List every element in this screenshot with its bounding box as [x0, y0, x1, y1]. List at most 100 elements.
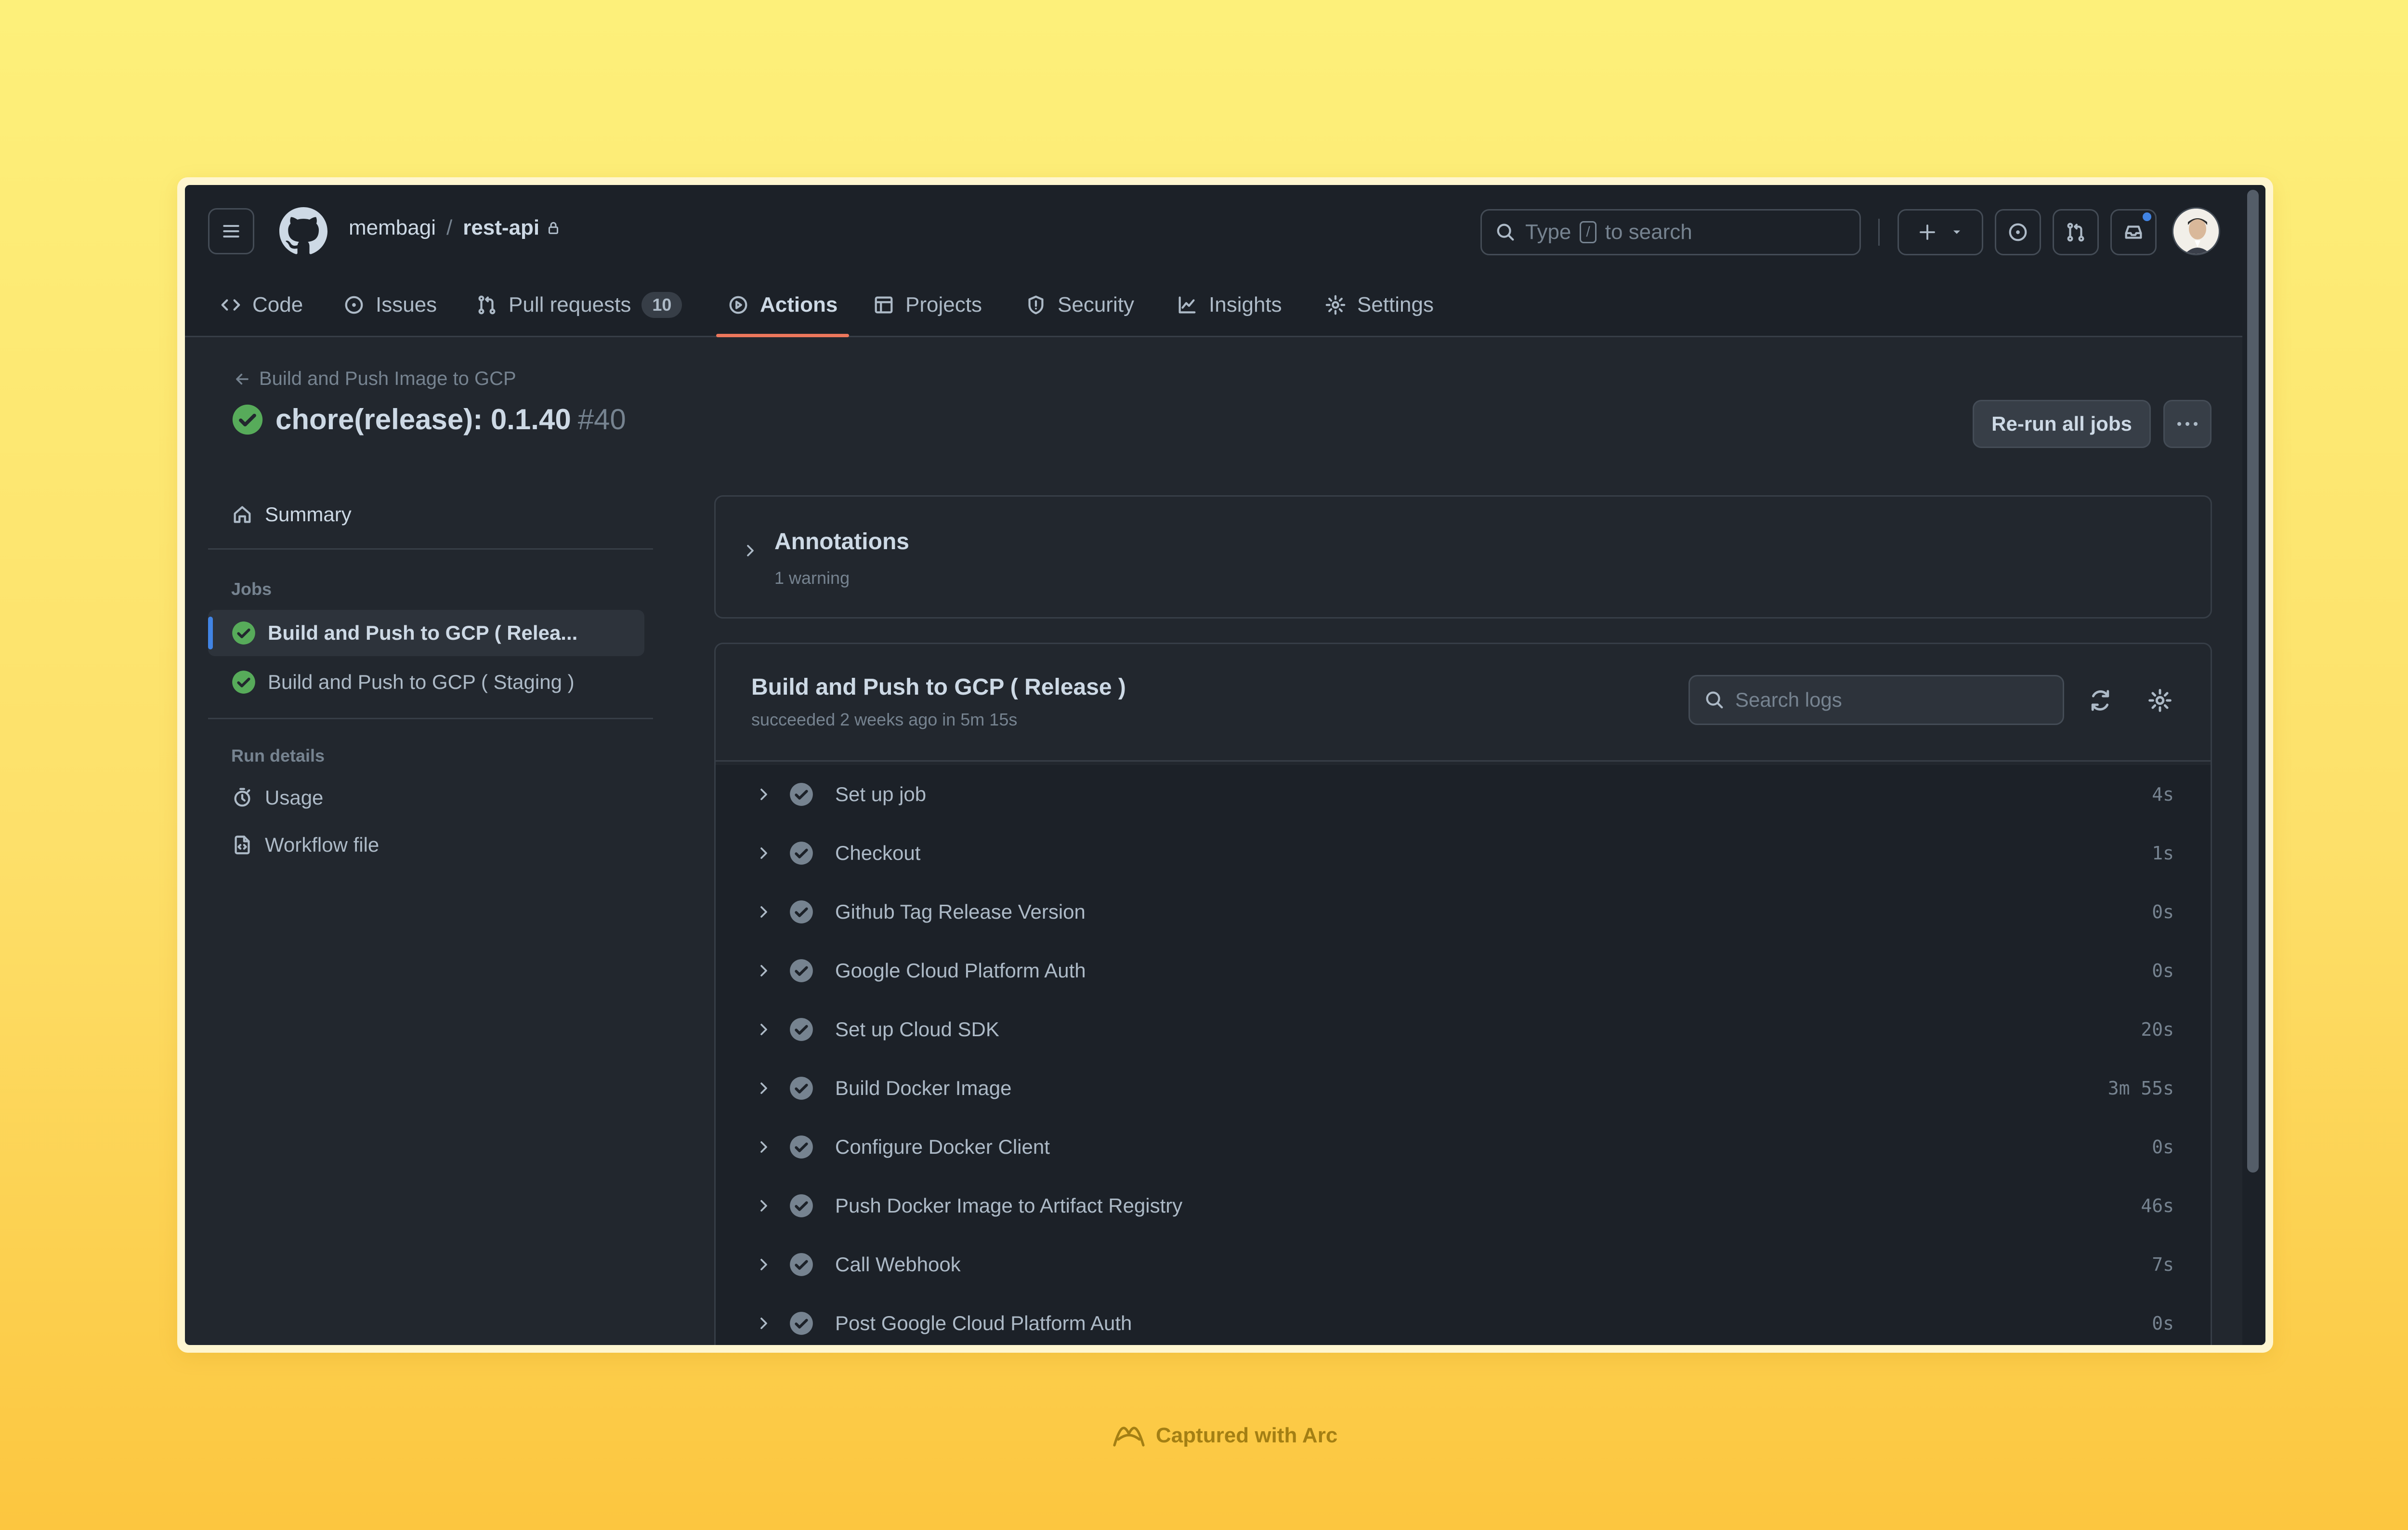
- table-icon: [875, 296, 893, 314]
- tab-actions[interactable]: Actions: [727, 288, 838, 322]
- step-duration: 46s: [2141, 1195, 2174, 1216]
- inbox-icon: [2125, 225, 2142, 239]
- pull-request-icon: [2067, 223, 2084, 242]
- step-duration: 0s: [2152, 960, 2174, 981]
- step-name: Call Webhook: [835, 1253, 961, 1276]
- step-duration: 0s: [2152, 1313, 2174, 1334]
- step-name: Post Google Cloud Platform Auth: [835, 1312, 1132, 1334]
- annotations-title: Annotations: [774, 529, 909, 554]
- selected-job-indicator: [208, 617, 213, 649]
- arc-capture-footer: Captured with Arc: [1111, 1420, 1337, 1451]
- search-logs-input[interactable]: Search logs: [1688, 675, 2064, 725]
- create-new-button[interactable]: [1898, 209, 1983, 255]
- github-logo[interactable]: [279, 207, 327, 255]
- tab-pull-requests[interactable]: Pull requests 10: [476, 288, 682, 322]
- step-row[interactable]: Set up job 4s: [716, 765, 2211, 824]
- step-duration: 0s: [2152, 1136, 2174, 1158]
- issues-shortcut-button[interactable]: [1995, 209, 2041, 255]
- tab-code[interactable]: Code: [220, 288, 303, 322]
- step-row[interactable]: Set up Cloud SDK 20s: [716, 1000, 2211, 1059]
- sidebar-job-selected[interactable]: Build and Push to GCP ( Relea...: [208, 610, 644, 656]
- more-options-button[interactable]: [2163, 400, 2212, 448]
- graph-icon: [1178, 296, 1196, 314]
- step-name: Set up job: [835, 783, 927, 805]
- tab-settings[interactable]: Settings: [1324, 288, 1434, 322]
- search-icon: [1706, 691, 1723, 709]
- job-subtitle: succeeded 2 weeks ago in 5m 15s: [751, 710, 1018, 729]
- rerun-label: Re-run all jobs: [1991, 412, 2132, 435]
- check-circle-fill-icon: [232, 671, 255, 694]
- lock-icon: [549, 222, 559, 234]
- tab-actions-label: Actions: [760, 293, 838, 317]
- step-row[interactable]: Call Webhook 7s: [716, 1235, 2211, 1294]
- search-icon: [1497, 224, 1514, 241]
- sidebar-summary[interactable]: Summary: [231, 503, 352, 526]
- tab-issues[interactable]: Issues: [343, 288, 437, 322]
- repo-name-link[interactable]: rest-api: [463, 216, 539, 240]
- tab-pull-requests-label: Pull requests: [509, 293, 631, 317]
- check-circle-fill-icon: [790, 842, 813, 865]
- tab-insights[interactable]: Insights: [1176, 288, 1282, 322]
- active-tab-underline: [716, 334, 849, 337]
- sidebar-workflow-file[interactable]: Workflow file: [231, 833, 379, 857]
- tab-projects-label: Projects: [905, 293, 982, 317]
- play-icon: [729, 296, 747, 314]
- sidebar-divider: [208, 718, 653, 719]
- step-row[interactable]: Post Google Cloud Platform Auth 0s: [716, 1294, 2211, 1345]
- run-details-heading: Run details: [231, 746, 325, 765]
- footer-label: Captured with Arc: [1156, 1424, 1338, 1447]
- step-row[interactable]: Push Docker Image to Artifact Registry 46…: [716, 1176, 2211, 1235]
- chevron-right-icon: [760, 906, 767, 918]
- chevron-right-icon: [760, 1259, 767, 1270]
- avatar-portrait-icon: [2173, 209, 2219, 254]
- scrollbar-thumb[interactable]: [2247, 190, 2259, 1173]
- notifications-button[interactable]: [2110, 209, 2157, 255]
- step-name: Configure Docker Client: [835, 1135, 1050, 1158]
- sidebar-usage[interactable]: Usage: [231, 786, 323, 809]
- check-circle-fill-icon: [790, 1312, 813, 1335]
- tab-security[interactable]: Security: [1025, 288, 1134, 322]
- sidebar-job[interactable]: Build and Push to GCP ( Staging ): [208, 659, 644, 705]
- tab-projects[interactable]: Projects: [873, 288, 982, 322]
- file-code-icon: [235, 835, 250, 855]
- log-settings-button[interactable]: [2147, 687, 2173, 713]
- step-name: Build Docker Image: [835, 1077, 1012, 1099]
- step-duration: 0s: [2152, 901, 2174, 923]
- rerun-all-jobs-button[interactable]: Re-run all jobs: [1973, 400, 2151, 448]
- job-steps-list: Set up job 4s Checkout 1s Github Tag Release…: [716, 765, 2211, 1345]
- search-suffix: to search: [1605, 220, 1692, 244]
- check-circle-fill-icon: [790, 959, 813, 982]
- check-circle-fill-icon: [790, 1077, 813, 1100]
- back-link-label: Build and Push Image to GCP: [259, 368, 516, 389]
- step-duration: 4s: [2152, 784, 2174, 805]
- back-to-workflow-link[interactable]: Build and Push Image to GCP: [233, 368, 516, 390]
- annotations-panel[interactable]: Annotations 1 warning: [714, 495, 2212, 619]
- step-row[interactable]: Google Cloud Platform Auth 0s: [716, 941, 2211, 1000]
- issue-icon: [345, 296, 363, 314]
- step-row[interactable]: Checkout 1s: [716, 824, 2211, 883]
- tab-settings-label: Settings: [1357, 293, 1434, 317]
- check-circle-fill-icon: [232, 621, 255, 645]
- tab-issues-label: Issues: [376, 293, 437, 317]
- step-row[interactable]: Build Docker Image 3m 55s: [716, 1059, 2211, 1118]
- pull-requests-shortcut-button[interactable]: [2053, 209, 2099, 255]
- repo-breadcrumb: membagi / rest-api: [349, 216, 562, 240]
- repo-owner-link[interactable]: membagi: [349, 216, 436, 240]
- arrow-left-icon: [236, 373, 249, 384]
- search-prefix: Type: [1525, 220, 1571, 244]
- step-row[interactable]: Github Tag Release Version 0s: [716, 883, 2211, 941]
- step-name: Github Tag Release Version: [835, 900, 1086, 923]
- refresh-logs-button[interactable]: [2087, 687, 2113, 713]
- window-scrollbar[interactable]: [2242, 185, 2265, 1345]
- kebab-horizontal-icon: [2177, 422, 2198, 426]
- annotations-subtitle: 1 warning: [774, 568, 850, 588]
- step-row[interactable]: Configure Docker Client 0s: [716, 1118, 2211, 1176]
- home-icon: [234, 506, 251, 523]
- global-search-input[interactable]: Type / to search: [1480, 209, 1861, 255]
- check-circle-fill-icon: [790, 1135, 813, 1159]
- avatar[interactable]: [2172, 207, 2220, 255]
- workflow-file-label: Workflow file: [265, 833, 380, 856]
- menu-button[interactable]: [208, 208, 254, 254]
- repo-header: membagi / rest-api Type / to search Code…: [185, 185, 2242, 337]
- job-label: Build and Push to GCP ( Relea...: [268, 621, 578, 644]
